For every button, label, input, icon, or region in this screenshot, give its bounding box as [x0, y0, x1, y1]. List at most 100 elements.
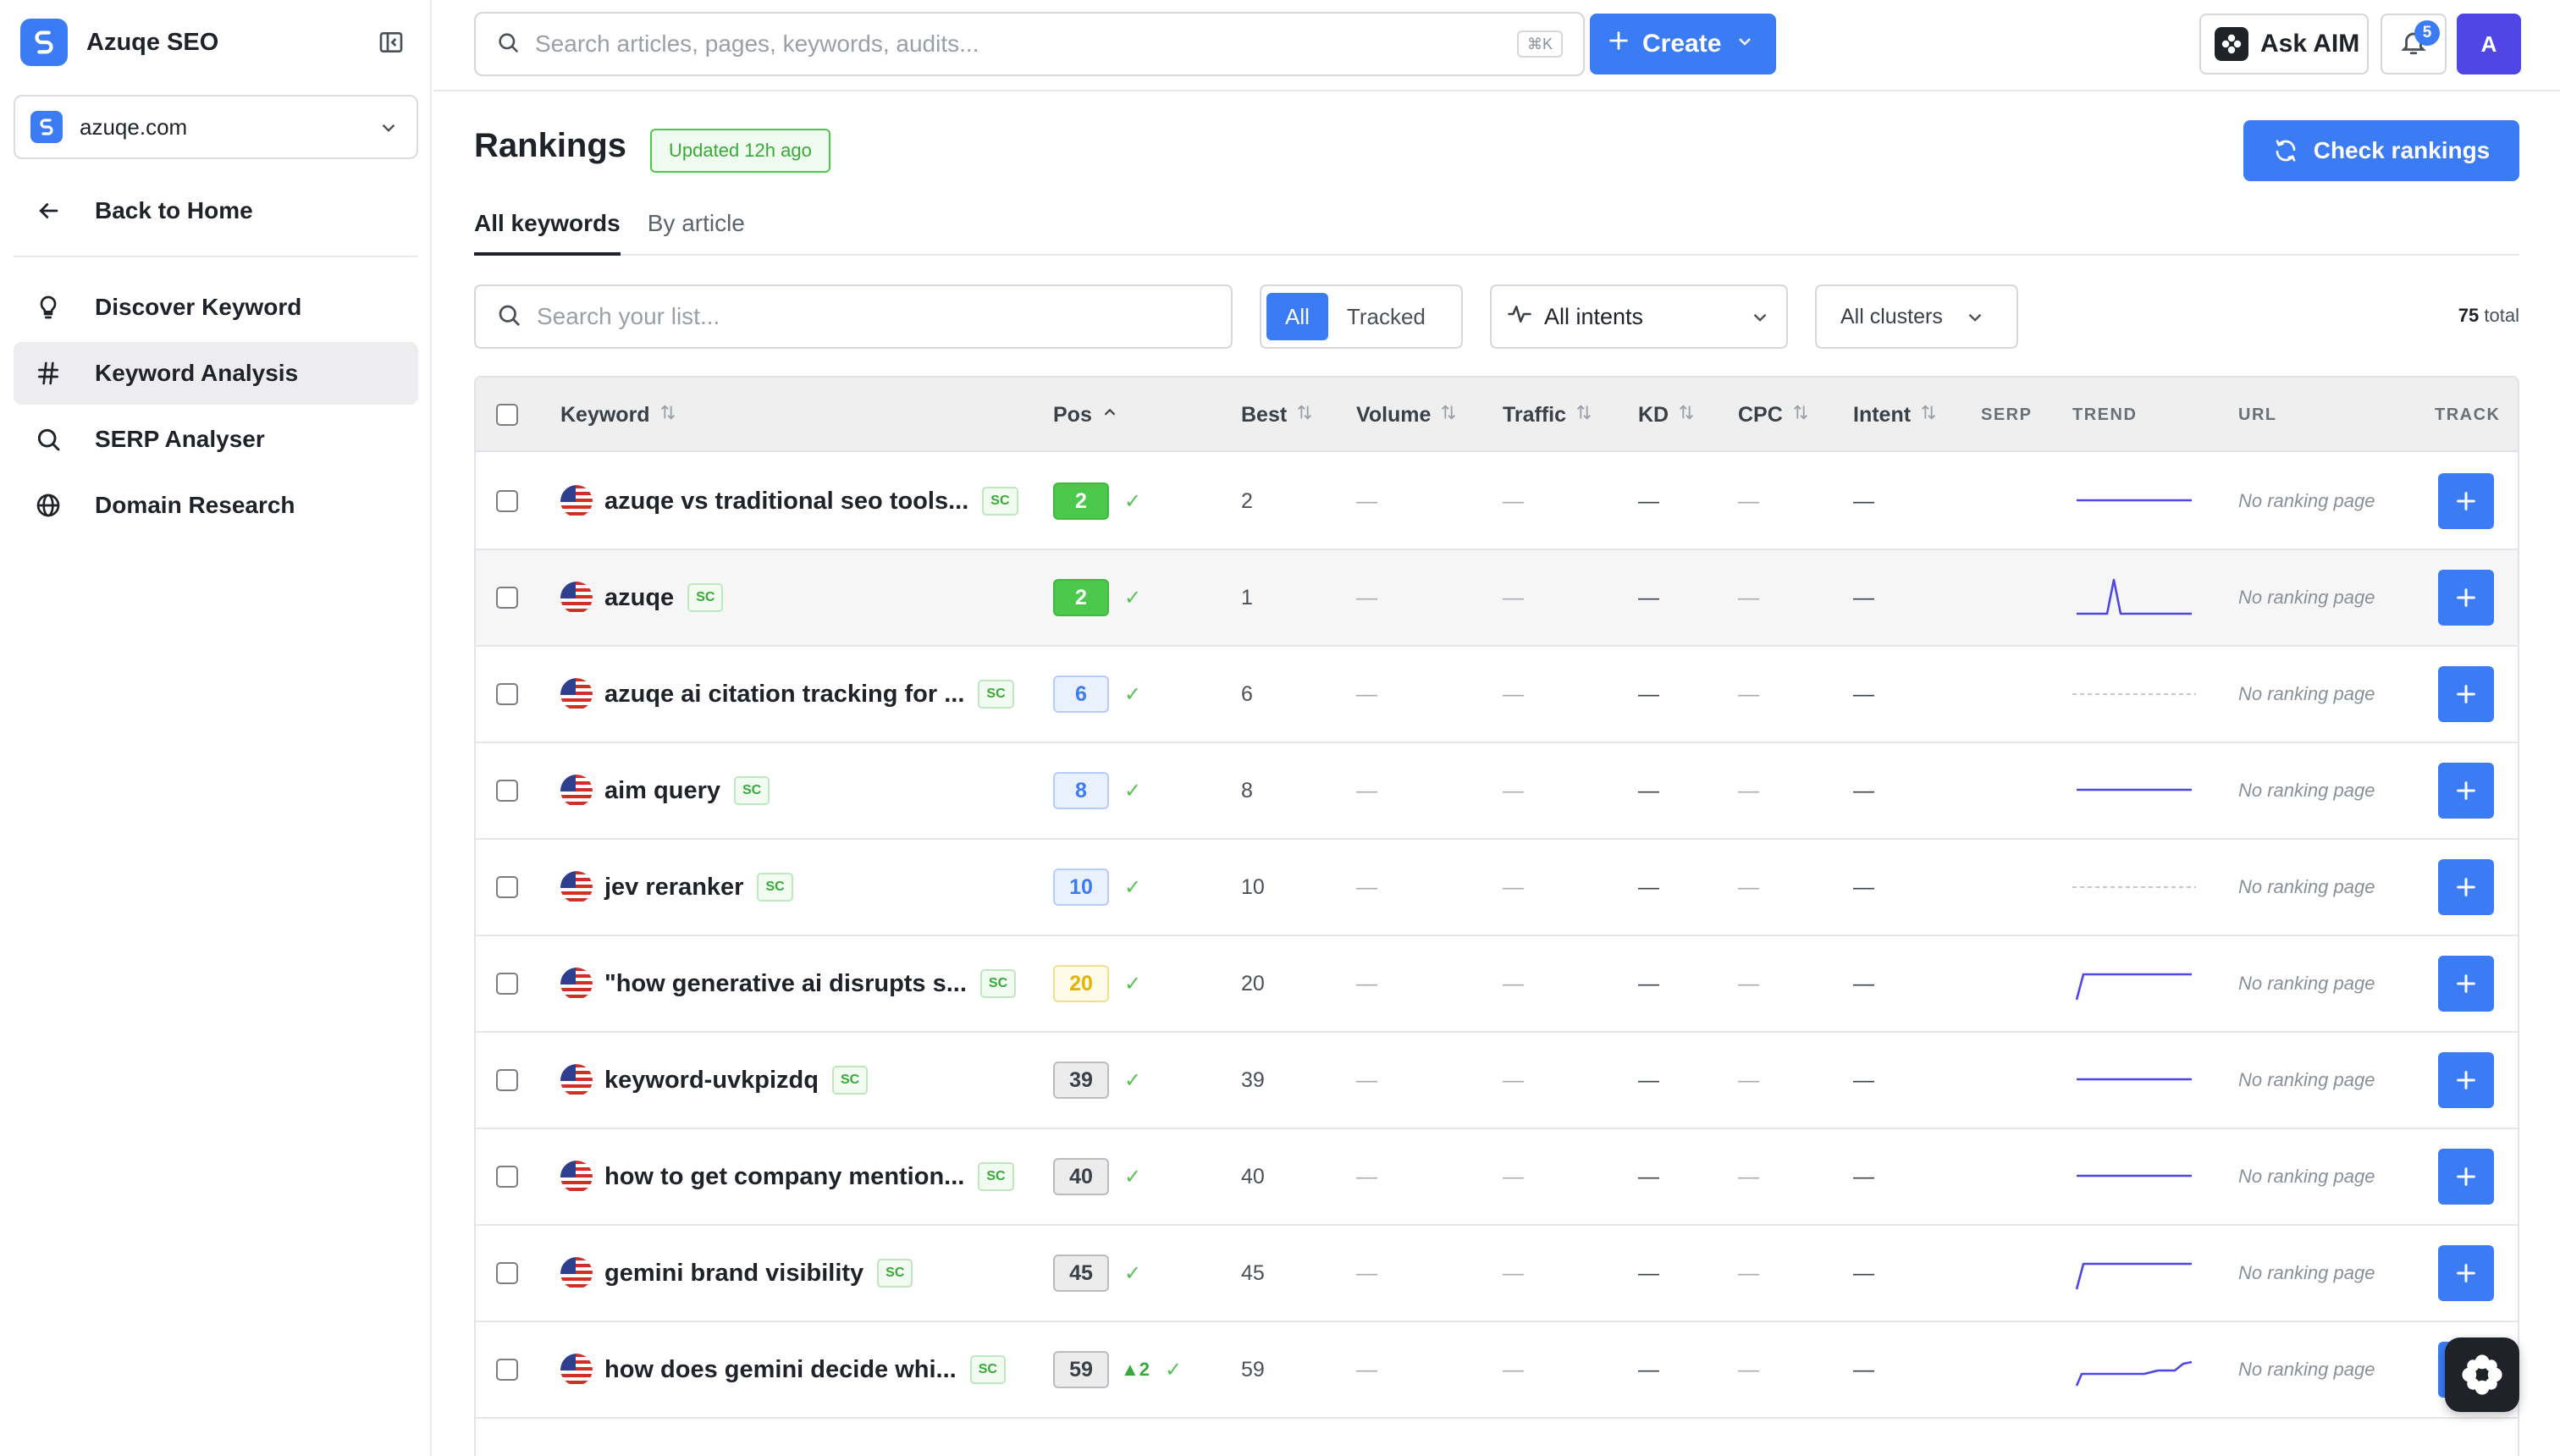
- col-kd[interactable]: KD: [1638, 378, 1696, 452]
- keyword-text[interactable]: keyword-uvkpizdq: [604, 1067, 819, 1095]
- sidebar-item-domain-research[interactable]: Domain Research: [14, 474, 418, 537]
- ask-aim-button[interactable]: Ask AIM: [2199, 14, 2369, 74]
- traffic-cell: —: [1503, 971, 1524, 995]
- keyword-text[interactable]: azuqe vs traditional seo tools...: [604, 488, 968, 516]
- row-checkbox[interactable]: [496, 490, 518, 512]
- row-checkbox[interactable]: [496, 683, 518, 705]
- cluster-select[interactable]: All clusters: [1815, 284, 2018, 349]
- intent-cell: —: [1853, 971, 1874, 995]
- row-checkbox[interactable]: [496, 1262, 518, 1284]
- keyword-text[interactable]: "how generative ai disrupts s...: [604, 970, 967, 998]
- assistant-button[interactable]: [2445, 1337, 2519, 1412]
- col-keyword[interactable]: Keyword: [560, 378, 677, 452]
- list-search-input[interactable]: [537, 303, 1197, 330]
- trend-cell: [2072, 1322, 2196, 1417]
- search-icon: [496, 30, 520, 58]
- sidebar-collapse-icon[interactable]: [378, 29, 405, 56]
- filter-tracked[interactable]: Tracked: [1328, 293, 1444, 340]
- url-cell: No ranking page: [2238, 1262, 2375, 1283]
- position-badge: 10: [1053, 869, 1109, 906]
- row-checkbox[interactable]: [496, 973, 518, 995]
- row-checkbox[interactable]: [496, 876, 518, 898]
- track-button[interactable]: [2438, 1052, 2494, 1108]
- track-button[interactable]: [2438, 763, 2494, 819]
- keyword-cell[interactable]: jev reranker SC: [560, 840, 793, 935]
- keyboard-shortcut-badge: ⌘K: [1516, 30, 1563, 58]
- position-badge: 20: [1053, 965, 1109, 1002]
- sidebar-item-discover-keyword[interactable]: Discover Keyword: [14, 276, 418, 339]
- row-select-cell: [496, 743, 518, 838]
- table-row[interactable]: aim query SC 8 ✓ 8— — — — — No ranking page: [476, 743, 2518, 840]
- back-to-home-link[interactable]: Back to Home: [14, 185, 418, 237]
- track-button[interactable]: [2438, 859, 2494, 915]
- keyword-cell[interactable]: gemini brand visibility SC: [560, 1226, 913, 1321]
- keyword-text[interactable]: how to get company mention...: [604, 1163, 964, 1191]
- kd-cell: —: [1638, 585, 1659, 609]
- list-search[interactable]: [474, 284, 1233, 349]
- global-search[interactable]: ⌘K: [474, 12, 1585, 76]
- keyword-cell[interactable]: azuqe vs traditional seo tools... SC: [560, 454, 1018, 549]
- tab-by-article[interactable]: By article: [648, 207, 745, 256]
- select-all-cell: [496, 378, 518, 452]
- row-checkbox[interactable]: [496, 1069, 518, 1091]
- keyword-text[interactable]: azuqe: [604, 584, 674, 612]
- keyword-text[interactable]: azuqe ai citation tracking for ...: [604, 681, 964, 709]
- check-rankings-button[interactable]: Check rankings: [2243, 120, 2519, 181]
- table-row[interactable]: gemini brand visibility SC 45 ✓ 45 — — — — — No ra…: [476, 1226, 2518, 1322]
- row-select-cell: [496, 840, 518, 935]
- check-icon: ✓: [1124, 779, 1142, 802]
- track-button[interactable]: [2438, 1245, 2494, 1301]
- traffic-cell: —: [1503, 585, 1524, 609]
- table-row[interactable]: azuqe ai citation tracking for ... SC 6 ✓ 6—…: [476, 647, 2518, 743]
- track-button[interactable]: [2438, 473, 2494, 529]
- plus-icon: [2457, 1167, 2475, 1186]
- row-checkbox[interactable]: [496, 1359, 518, 1381]
- keyword-cell[interactable]: "how generative ai disrupts s... SC: [560, 936, 1017, 1031]
- create-button[interactable]: Create: [1590, 14, 1776, 74]
- table-row[interactable]: keyword-uvkpizdq SC 39 ✓ 39 — — — — — No ranking p…: [476, 1033, 2518, 1129]
- keyword-cell[interactable]: azuqe ai citation tracking for ... SC: [560, 647, 1014, 742]
- intent-select[interactable]: All intents: [1490, 284, 1788, 349]
- site-selector[interactable]: azuqe.com: [14, 95, 418, 159]
- table-row[interactable]: how to get company mention... SC 40 ✓ 40 — — — —…: [476, 1129, 2518, 1226]
- track-button[interactable]: [2438, 570, 2494, 626]
- keyword-cell[interactable]: azuqe SC: [560, 550, 724, 645]
- table-row[interactable]: "how generative ai disrupts s... SC 20 ✓ 20 —…: [476, 936, 2518, 1033]
- user-avatar[interactable]: A: [2457, 14, 2521, 74]
- table-row[interactable]: jev reranker SC 10 ✓ 10 — — — — — No ranking page: [476, 840, 2518, 936]
- track-button[interactable]: [2438, 1149, 2494, 1205]
- sidebar-item-serp-analyser[interactable]: SERP Analyser: [14, 408, 418, 471]
- keyword-text[interactable]: gemini brand visibility: [604, 1260, 863, 1288]
- select-all-checkbox[interactable]: [496, 404, 518, 426]
- notifications-button[interactable]: 5: [2381, 14, 2447, 74]
- row-checkbox[interactable]: [496, 780, 518, 802]
- keyword-cell[interactable]: how to get company mention... SC: [560, 1129, 1014, 1224]
- col-pos[interactable]: Pos: [1053, 378, 1119, 452]
- keyword-text[interactable]: jev reranker: [604, 874, 743, 902]
- cpc-cell: —: [1738, 681, 1759, 706]
- best-cell: 8: [1241, 778, 1253, 802]
- brand[interactable]: Azuqe SEO: [20, 19, 218, 66]
- col-traffic[interactable]: Traffic: [1503, 378, 1593, 452]
- col-best[interactable]: Best: [1241, 378, 1314, 452]
- sidebar-item-keyword-analysis[interactable]: Keyword Analysis: [14, 342, 418, 405]
- keyword-text[interactable]: aim query: [604, 777, 720, 805]
- us-flag-icon: [560, 1064, 593, 1096]
- track-button[interactable]: [2438, 956, 2494, 1012]
- row-checkbox[interactable]: [496, 587, 518, 609]
- track-button[interactable]: [2438, 666, 2494, 722]
- table-row[interactable]: how does gemini decide whi... SC 59 ▲2 ✓ 59 — —…: [476, 1322, 2518, 1419]
- global-search-input[interactable]: [535, 30, 1466, 58]
- table-row[interactable]: azuqe SC 2 ✓ 1— — — — — No ranking page: [476, 550, 2518, 647]
- col-cpc[interactable]: CPC: [1738, 378, 1810, 452]
- filter-all[interactable]: All: [1266, 293, 1328, 340]
- row-checkbox[interactable]: [496, 1166, 518, 1188]
- keyword-cell[interactable]: how does gemini decide whi... SC: [560, 1322, 1006, 1417]
- keyword-text[interactable]: how does gemini decide whi...: [604, 1356, 957, 1384]
- table-row[interactable]: azuqe vs traditional seo tools... SC 2 ✓ 2— —…: [476, 454, 2518, 550]
- keyword-cell[interactable]: aim query SC: [560, 743, 770, 838]
- col-intent[interactable]: Intent: [1853, 378, 1938, 452]
- col-volume[interactable]: Volume: [1356, 378, 1458, 452]
- keyword-cell[interactable]: keyword-uvkpizdq SC: [560, 1033, 869, 1128]
- tab-all-keywords[interactable]: All keywords: [474, 207, 621, 256]
